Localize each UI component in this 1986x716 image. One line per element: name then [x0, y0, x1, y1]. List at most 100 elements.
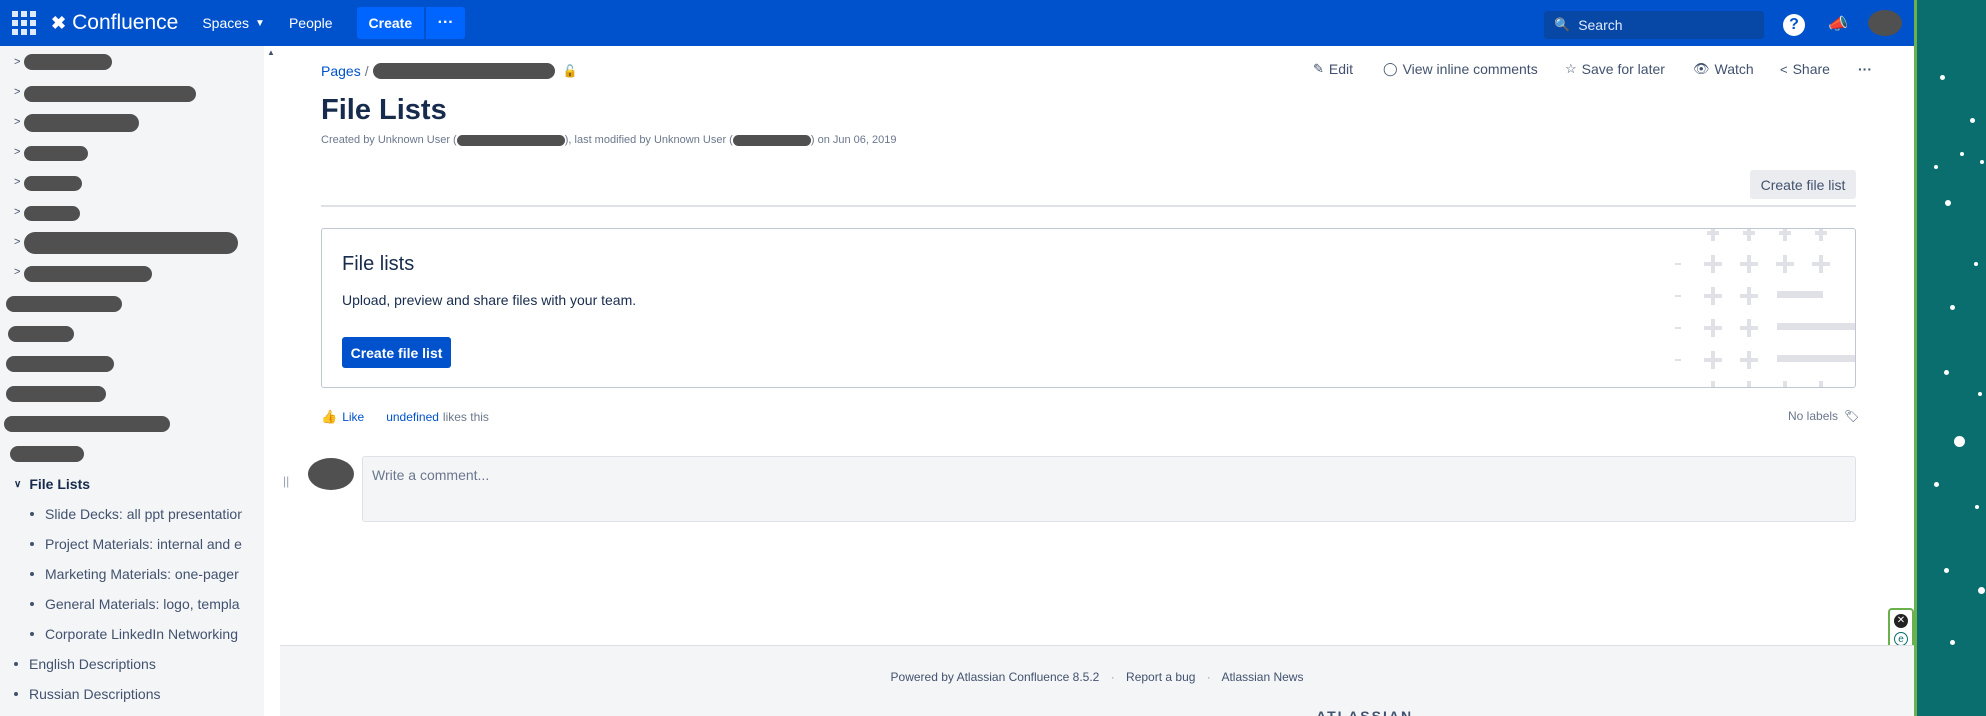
chevron-right-icon[interactable]: >	[14, 56, 20, 68]
page-tree-sidebar: > > > > > > > >	[0, 46, 264, 716]
redacted-author[interactable]	[456, 134, 565, 146]
sidebar-item-label: Project Materials: internal and e	[45, 536, 242, 552]
spaces-menu[interactable]: Spaces ▼	[202, 15, 265, 31]
snow-dot	[1975, 505, 1979, 509]
breadcrumb-pages-link[interactable]: Pages	[321, 63, 361, 79]
eye-icon: 👁	[1693, 61, 1710, 76]
snow-dot	[1980, 160, 1984, 164]
app-switcher-icon[interactable]	[11, 10, 37, 36]
save-for-later-label: Save for later	[1581, 61, 1665, 77]
snow-dot	[1950, 640, 1955, 645]
thumbs-up-icon[interactable]: 👍	[321, 409, 337, 425]
sidebar-item-project-materials[interactable]: Project Materials: internal and e	[30, 536, 242, 552]
redacted-tree-item[interactable]	[24, 86, 196, 102]
sidebar-item-russian-descriptions[interactable]: Russian Descriptions	[14, 686, 161, 702]
comment-icon: ◯	[1383, 61, 1398, 76]
snow-dot	[1970, 118, 1975, 123]
page-title: File Lists	[321, 94, 447, 126]
sidebar-resize-handle[interactable]: ||	[283, 474, 289, 488]
chevron-right-icon[interactable]: >	[14, 86, 20, 98]
likers-link[interactable]: undefined	[386, 410, 439, 424]
confluence-logo[interactable]: ✖ Confluence	[51, 11, 178, 35]
atlassian-news-link[interactable]: Atlassian News	[1221, 670, 1303, 684]
create-file-list-button-top[interactable]: Create file list	[1750, 170, 1856, 199]
app-name: Confluence	[72, 11, 179, 34]
pencil-icon: ✎	[1313, 61, 1324, 76]
scroll-up-arrow-icon[interactable]: ▲	[267, 48, 275, 57]
snow-dot	[1974, 262, 1978, 266]
sidebar-current-page[interactable]: ∨ File Lists	[14, 476, 90, 492]
tag-icon[interactable]: 🏷	[1844, 409, 1859, 423]
create-button[interactable]: Create	[356, 7, 425, 39]
help-icon[interactable]: ?	[1783, 14, 1805, 36]
atlassian-logo[interactable]: ATLASSIAN	[1316, 708, 1413, 716]
chevron-right-icon[interactable]: >	[14, 176, 20, 188]
sidebar-item-label: General Materials: logo, templa	[45, 596, 240, 612]
redacted-tree-item[interactable]	[24, 206, 80, 221]
snow-dot	[1940, 75, 1945, 80]
watch-button[interactable]: 👁 Watch	[1693, 61, 1754, 77]
panel-description: Upload, preview and share files with you…	[342, 292, 637, 308]
file-lists-panel: File lists Upload, preview and share fil…	[321, 228, 1856, 388]
redacted-tree-item[interactable]	[24, 176, 82, 191]
notifications-icon[interactable]: 📣	[1826, 12, 1850, 36]
byline-modified: ), last modified by Unknown User (	[564, 134, 733, 146]
file-list-illustration	[1675, 229, 1855, 387]
sidebar-item-corporate-linkedin[interactable]: Corporate LinkedIn Networking	[30, 626, 242, 642]
redacted-tree-item[interactable]	[4, 416, 170, 432]
sidebar-item-label: English Descriptions	[29, 656, 156, 672]
close-icon[interactable]: ✕	[1894, 614, 1908, 628]
view-inline-comments-button[interactable]: ◯ View inline comments	[1383, 61, 1538, 77]
byline-date[interactable]: ) on Jun 06, 2019	[811, 134, 897, 146]
redacted-tree-item[interactable]	[10, 446, 84, 462]
chevron-right-icon[interactable]: >	[14, 266, 20, 278]
redacted-tree-item[interactable]	[6, 296, 122, 312]
comment-avatar	[308, 458, 354, 490]
no-labels-text: No labels	[1788, 409, 1839, 423]
chevron-right-icon[interactable]: >	[14, 116, 20, 128]
edit-button[interactable]: ✎ Edit	[1313, 61, 1353, 77]
sidebar-current-label: File Lists	[29, 476, 91, 492]
sidebar-item-label: Slide Decks: all ppt presentation	[45, 506, 242, 522]
more-actions-button[interactable]: ···	[1858, 61, 1872, 77]
chevron-right-icon[interactable]: >	[14, 236, 20, 248]
redacted-tree-item[interactable]	[8, 326, 74, 342]
share-button[interactable]: < Share	[1780, 61, 1830, 77]
search-input[interactable]: 🔍 Search	[1544, 11, 1764, 39]
sidebar-item-marketing-materials[interactable]: Marketing Materials: one-pager	[30, 566, 242, 582]
sidebar-item-english-descriptions[interactable]: English Descriptions	[14, 656, 156, 672]
user-avatar[interactable]	[1868, 10, 1902, 36]
sidebar-item-label: Russian Descriptions	[29, 686, 161, 702]
create-more-button[interactable]: ···	[425, 7, 466, 39]
sidebar-item-slide-decks[interactable]: Slide Decks: all ppt presentation	[30, 506, 242, 522]
labels-area[interactable]: No labels 🏷	[1788, 409, 1859, 423]
snow-dot	[1945, 200, 1951, 206]
redacted-tree-item[interactable]	[6, 386, 106, 402]
people-link[interactable]: People	[289, 15, 333, 31]
snow-dot	[1954, 436, 1965, 447]
redacted-tree-item[interactable]	[6, 356, 114, 372]
snow-dot	[1934, 482, 1939, 487]
redacted-tree-item[interactable]	[24, 54, 112, 70]
redacted-tree-item[interactable]	[24, 146, 88, 161]
extension-e-icon[interactable]: e	[1894, 632, 1908, 646]
chevron-right-icon[interactable]: >	[14, 146, 20, 158]
restrictions-lock-icon[interactable]: 🔓	[563, 64, 578, 78]
share-icon: <	[1780, 61, 1788, 77]
byline-created: Created by Unknown User (	[321, 134, 457, 146]
chevron-right-icon[interactable]: >	[14, 206, 20, 218]
sidebar-item-general-materials[interactable]: General Materials: logo, templa	[30, 596, 242, 612]
like-button[interactable]: Like	[342, 410, 364, 424]
redacted-tree-item[interactable]	[24, 232, 238, 254]
powered-by-text: Powered by Atlassian Confluence 8.5.2	[890, 670, 1100, 684]
save-for-later-button[interactable]: ☆ Save for later	[1565, 61, 1665, 77]
report-bug-link[interactable]: Report a bug	[1126, 670, 1195, 684]
redacted-tree-item[interactable]	[24, 266, 152, 282]
redacted-tree-item[interactable]	[24, 114, 139, 132]
spaces-label: Spaces	[202, 15, 250, 31]
redacted-breadcrumb[interactable]	[372, 63, 555, 79]
comment-input[interactable]: Write a comment...	[362, 456, 1856, 522]
redacted-editor[interactable]	[732, 134, 811, 146]
create-file-list-button[interactable]: Create file list	[342, 337, 451, 368]
snow-dot	[1944, 370, 1949, 375]
